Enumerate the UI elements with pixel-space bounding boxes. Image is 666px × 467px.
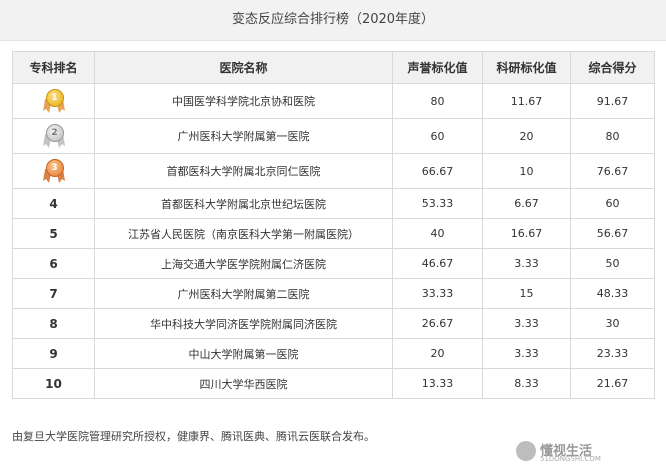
hospital-cell: 上海交通大学医学院附属仁济医院 <box>94 248 393 279</box>
hospital-cell: 中国医学科学院北京协和医院 <box>94 83 393 119</box>
hospital-cell: 首都医科大学附属北京世纪坛医院 <box>94 188 393 219</box>
header-hospital: 医院名称 <box>94 51 393 84</box>
rank-cell: 2 <box>12 118 95 154</box>
score-cell: 60 <box>570 188 655 219</box>
score-cell: 80 <box>570 118 655 154</box>
table-row: 10 四川大学华西医院 13.33 8.33 21.67 <box>12 368 655 399</box>
page-title: 变态反应综合排行榜（2020年度） <box>231 12 435 27</box>
research-cell: 3.33 <box>482 248 571 279</box>
reputation-cell: 40 <box>392 218 483 249</box>
research-cell: 3.33 <box>482 338 571 369</box>
hospital-cell: 中山大学附属第一医院 <box>94 338 393 369</box>
table-row: 6 上海交通大学医学院附属仁济医院 46.67 3.33 50 <box>12 248 655 279</box>
gold-medal-icon: 1 <box>40 87 68 115</box>
source-note: 由复旦大学医院管理研究所授权，健康界、腾讯医典、腾讯云医联合发布。 <box>12 430 375 443</box>
rank-cell: 9 <box>12 338 95 369</box>
research-cell: 11.67 <box>482 83 571 119</box>
score-cell: 30 <box>570 308 655 339</box>
score-cell: 50 <box>570 248 655 279</box>
header-reputation: 声誉标化值 <box>392 51 483 84</box>
research-cell: 16.67 <box>482 218 571 249</box>
table-header-row: 专科排名 医院名称 声誉标化值 科研标化值 综合得分 <box>12 51 655 84</box>
rank-cell: 7 <box>12 278 95 309</box>
research-cell: 8.33 <box>482 368 571 399</box>
rank-cell: 8 <box>12 308 95 339</box>
ranking-table: 专科排名 医院名称 声誉标化值 科研标化值 综合得分 1 中国医学科学院北京协和… <box>12 51 655 399</box>
hospital-cell: 江苏省人民医院（南京医科大学第一附属医院） <box>94 218 393 249</box>
score-cell: 91.67 <box>570 83 655 119</box>
rank-cell: 3 <box>12 153 95 189</box>
score-cell: 23.33 <box>570 338 655 369</box>
silver-medal-icon: 2 <box>40 122 68 150</box>
table-row: 3 首都医科大学附属北京同仁医院 66.67 10 76.67 <box>12 153 655 189</box>
research-cell: 6.67 <box>482 188 571 219</box>
reputation-cell: 80 <box>392 83 483 119</box>
research-cell: 20 <box>482 118 571 154</box>
table-row: 1 中国医学科学院北京协和医院 80 11.67 91.67 <box>12 83 655 119</box>
rank-cell: 5 <box>12 218 95 249</box>
table-row: 7 广州医科大学附属第二医院 33.33 15 48.33 <box>12 278 655 309</box>
logo-icon <box>516 441 536 461</box>
header-rank: 专科排名 <box>12 51 95 84</box>
hospital-cell: 华中科技大学同济医学院附属同济医院 <box>94 308 393 339</box>
research-cell: 10 <box>482 153 571 189</box>
research-cell: 15 <box>482 278 571 309</box>
score-cell: 56.67 <box>570 218 655 249</box>
hospital-cell: 首都医科大学附属北京同仁医院 <box>94 153 393 189</box>
hospital-cell: 四川大学华西医院 <box>94 368 393 399</box>
reputation-cell: 13.33 <box>392 368 483 399</box>
rank-cell: 6 <box>12 248 95 279</box>
table-row: 4 首都医科大学附属北京世纪坛医院 53.33 6.67 60 <box>12 188 655 219</box>
reputation-cell: 46.67 <box>392 248 483 279</box>
score-cell: 48.33 <box>570 278 655 309</box>
score-cell: 21.67 <box>570 368 655 399</box>
reputation-cell: 26.67 <box>392 308 483 339</box>
header-research: 科研标化值 <box>482 51 571 84</box>
table-row: 5 江苏省人民医院（南京医科大学第一附属医院） 40 16.67 56.67 <box>12 218 655 249</box>
watermark-logo: 懂视生活 51DONGSHI.COM <box>516 440 656 464</box>
reputation-cell: 53.33 <box>392 188 483 219</box>
bronze-medal-icon: 3 <box>40 157 68 185</box>
reputation-cell: 66.67 <box>392 153 483 189</box>
reputation-cell: 60 <box>392 118 483 154</box>
watermark-url: 51DONGSHI.COM <box>540 455 601 463</box>
table-row: 9 中山大学附属第一医院 20 3.33 23.33 <box>12 338 655 369</box>
hospital-cell: 广州医科大学附属第二医院 <box>94 278 393 309</box>
rank-cell: 1 <box>12 83 95 119</box>
rank-cell: 4 <box>12 188 95 219</box>
header-score: 综合得分 <box>570 51 655 84</box>
title-bar: 变态反应综合排行榜（2020年度） <box>0 0 666 41</box>
score-cell: 76.67 <box>570 153 655 189</box>
reputation-cell: 20 <box>392 338 483 369</box>
hospital-cell: 广州医科大学附属第一医院 <box>94 118 393 154</box>
reputation-cell: 33.33 <box>392 278 483 309</box>
table-row: 8 华中科技大学同济医学院附属同济医院 26.67 3.33 30 <box>12 308 655 339</box>
rank-cell: 10 <box>12 368 95 399</box>
table-row: 2 广州医科大学附属第一医院 60 20 80 <box>12 118 655 154</box>
research-cell: 3.33 <box>482 308 571 339</box>
